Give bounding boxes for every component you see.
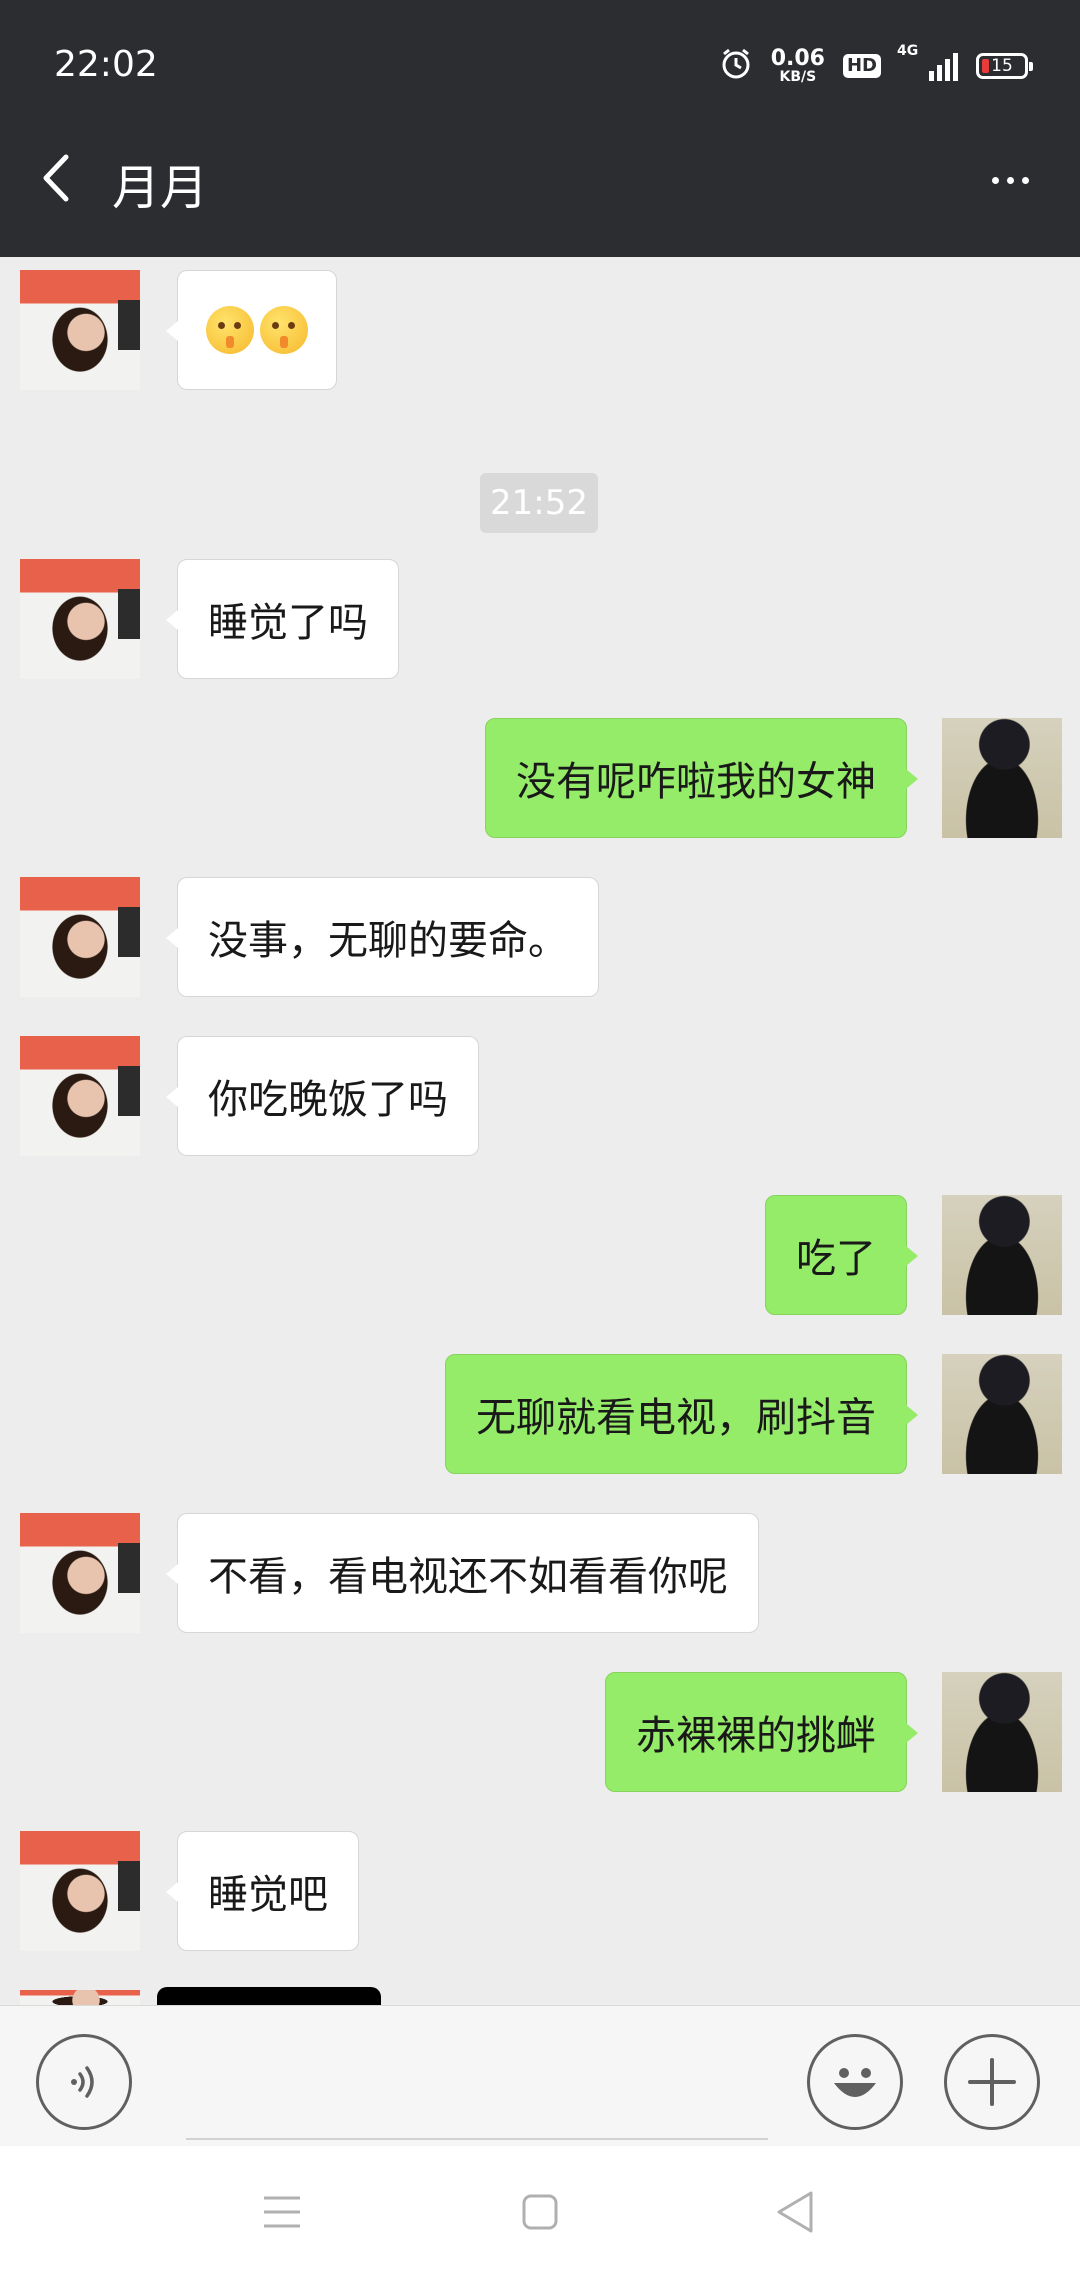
message-row: 睡觉吧 (0, 1831, 1080, 1951)
menu-icon (264, 2196, 300, 2228)
back-button[interactable] (30, 148, 80, 208)
battery-level: 15 (991, 56, 1013, 76)
signal-icon: 4G (897, 43, 958, 81)
message-bubble[interactable]: 无聊就看电视，刷抖音 (445, 1354, 918, 1474)
voice-button[interactable] (36, 2034, 132, 2130)
avatar[interactable] (942, 1354, 1062, 1474)
message-row: 无聊就看电视，刷抖音 (0, 1354, 1080, 1474)
message-row: 赤裸裸的挑衅 (0, 1672, 1080, 1792)
menu-button[interactable] (252, 2182, 312, 2242)
message-row: 睡觉了吗 (0, 559, 1080, 679)
input-bar (0, 2005, 1080, 2146)
message-bubble[interactable]: 没事，无聊的要命。 (166, 877, 599, 997)
message-bubble[interactable]: 赤裸裸的挑衅 (605, 1672, 918, 1792)
home-button[interactable] (510, 2182, 570, 2242)
message-bubble[interactable]: 没有呢咋啦我的女神 (485, 718, 918, 838)
message-row: 没有呢咋啦我的女神 (0, 718, 1080, 838)
more-dots-icon (991, 176, 999, 184)
voice-icon (71, 2066, 94, 2098)
avatar[interactable] (20, 1513, 140, 1633)
home-square-icon (522, 2194, 558, 2230)
chat-timestamp: 21:52 (480, 473, 598, 533)
emoji-icon (834, 2068, 876, 2097)
message-bubble[interactable]: 睡觉吧 (166, 1831, 359, 1951)
net-speed-value: 0.06 (770, 46, 825, 71)
message-bubble[interactable]: 吃了 (765, 1195, 918, 1315)
plus-icon (968, 2058, 1016, 2106)
hd-icon: HD (842, 54, 881, 78)
net-speed-unit: KB/S (779, 69, 817, 85)
message-input[interactable] (186, 2138, 768, 2140)
emoji-button[interactable] (807, 2034, 903, 2130)
more-button[interactable] (980, 150, 1040, 210)
avatar[interactable] (942, 718, 1062, 838)
message-bubble[interactable] (157, 1987, 381, 2005)
alarm-icon (719, 47, 753, 85)
message-bubble[interactable] (166, 270, 337, 390)
avatar[interactable] (20, 1036, 140, 1156)
message-bubble[interactable]: 你吃晚饭了吗 (166, 1036, 479, 1156)
avatar[interactable] (20, 1831, 140, 1951)
system-nav-bar (0, 2146, 1080, 2280)
back-triangle-icon (777, 2191, 813, 2233)
network-type: 4G (897, 43, 919, 59)
chat-area[interactable]: 21:52 睡觉了吗 没有呢咋啦我的女神 没事，无聊的要命。 你吃晚饭了吗 吃了… (0, 257, 1080, 2005)
message-bubble[interactable]: 不看，看电视还不如看看你呢 (166, 1513, 759, 1633)
top-bar: 22:02 0.06 KB/S HD 4G 15 月月 (0, 0, 1080, 257)
message-bubble[interactable]: 睡觉了吗 (166, 559, 399, 679)
plus-button[interactable] (944, 2034, 1040, 2130)
message-row: 不看，看电视还不如看看你呢 (0, 1513, 1080, 1633)
message-row (0, 270, 1080, 390)
status-icons: 0.06 KB/S HD 4G 15 (719, 43, 1033, 88)
avatar[interactable] (20, 877, 140, 997)
avatar[interactable] (942, 1672, 1062, 1792)
net-speed: 0.06 KB/S (770, 46, 825, 85)
avatar[interactable] (942, 1195, 1062, 1315)
chevron-left-icon (43, 154, 69, 202)
avatar[interactable] (20, 559, 140, 679)
status-time: 22:02 (54, 44, 158, 85)
message-row: 你吃晚饭了吗 (0, 1036, 1080, 1156)
avatar[interactable] (20, 270, 140, 390)
message-row: 没事，无聊的要命。 (0, 877, 1080, 997)
message-row: 吃了 (0, 1195, 1080, 1315)
chat-title: 月月 (112, 160, 209, 216)
back-nav-button[interactable] (765, 2182, 825, 2242)
avatar[interactable] (20, 1990, 140, 2005)
battery-icon: 15 (976, 53, 1033, 79)
shushing-face-icon (206, 306, 254, 354)
shushing-face-icon (260, 306, 308, 354)
